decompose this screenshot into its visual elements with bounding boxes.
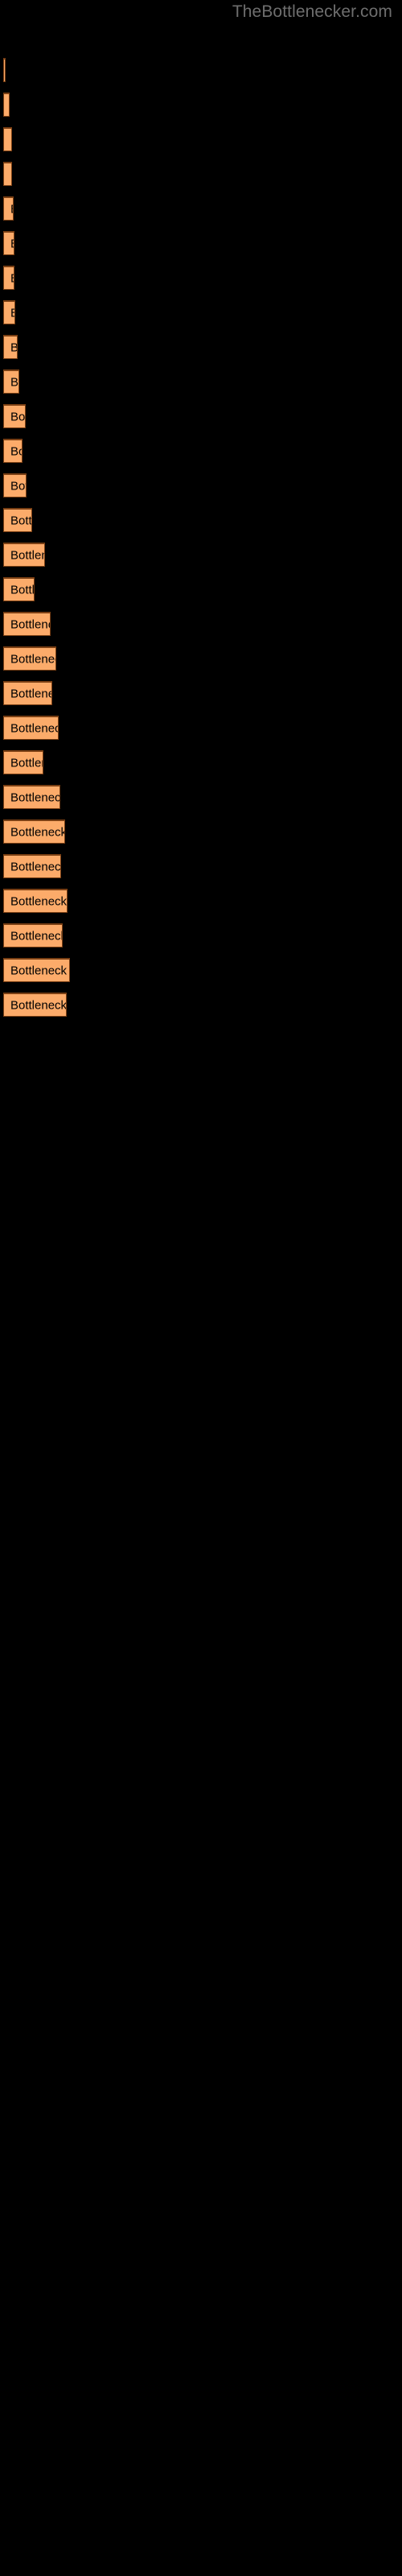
bar[interactable]: Bottleneck result xyxy=(3,577,35,601)
bar-label: Bottleneck result xyxy=(10,167,11,181)
bar[interactable]: Bottleneck result xyxy=(3,889,68,913)
bar-row: Bottleneck result xyxy=(0,93,402,117)
bar-row: Bottleneck result xyxy=(0,58,402,82)
bar-label: Bottleneck result xyxy=(10,964,69,977)
bar-label: Bottleneck result xyxy=(10,617,50,631)
bar[interactable]: Bottleneck result xyxy=(3,162,12,186)
bar[interactable]: Bottleneck result xyxy=(3,404,26,428)
bar-row: Bottleneck result xyxy=(0,854,402,878)
bar-row: Bottleneck result xyxy=(0,993,402,1017)
bar-label: Bottleneck result xyxy=(10,929,63,943)
bar-label: Bottleneck result xyxy=(10,375,19,389)
bar-row: Bottleneck result xyxy=(0,439,402,463)
bar[interactable]: Bottleneck result xyxy=(3,612,51,636)
bar-row: Bottleneck result xyxy=(0,889,402,913)
bar-row: Bottleneck result xyxy=(0,162,402,186)
bar-label: Bottleneck result xyxy=(10,998,67,1012)
bar[interactable]: Bottleneck result xyxy=(3,231,14,255)
bar-label: Bottleneck result xyxy=(10,237,14,250)
bar-row: Bottleneck result xyxy=(0,923,402,947)
bar-row: Bottleneck result xyxy=(0,646,402,671)
bar-label: Bottleneck result xyxy=(10,583,35,597)
bar-row: Bottleneck result xyxy=(0,335,402,359)
bar[interactable]: Bottleneck result xyxy=(3,369,19,394)
bar-row: Bottleneck result xyxy=(0,612,402,636)
bar-chart-root: TheBottlenecker.com Bottleneck resultBot… xyxy=(0,0,402,2576)
bar[interactable]: Bottleneck result xyxy=(3,266,14,290)
bar-label: Bottleneck result xyxy=(10,341,17,354)
bar-row: Bottleneck result xyxy=(0,819,402,844)
bar-label: Bottleneck result xyxy=(10,548,44,562)
bar[interactable]: Bottleneck result xyxy=(3,93,10,117)
bar-label: Bottleneck result xyxy=(10,652,55,666)
bar-label: Bottleneck result xyxy=(10,479,26,493)
bar-row: Bottleneck result xyxy=(0,196,402,221)
bar[interactable]: Bottleneck result xyxy=(3,646,56,671)
bar[interactable]: Bottleneck result xyxy=(3,785,60,809)
bar[interactable]: Bottleneck result xyxy=(3,854,61,878)
bar-row: Bottleneck result xyxy=(0,681,402,705)
bar[interactable]: Bottleneck result xyxy=(3,439,23,463)
bar-row: Bottleneck result xyxy=(0,958,402,982)
bar[interactable]: Bottleneck result xyxy=(3,196,14,221)
bar-label: Bottleneck result xyxy=(10,791,60,804)
bar[interactable]: Bottleneck result xyxy=(3,473,27,497)
bar-label: Bottleneck result xyxy=(10,444,22,458)
bar-row: Bottleneck result xyxy=(0,266,402,290)
bar-row: Bottleneck result xyxy=(0,300,402,324)
bar-row: Bottleneck result xyxy=(0,543,402,567)
bar[interactable]: Bottleneck result xyxy=(3,127,12,151)
bar[interactable]: Bottleneck result xyxy=(3,543,45,567)
bar-row: Bottleneck result xyxy=(0,508,402,532)
bar[interactable]: Bottleneck result xyxy=(3,819,65,844)
bar[interactable]: Bottleneck result xyxy=(3,508,32,532)
bar[interactable]: Bottleneck result xyxy=(3,958,70,982)
bar[interactable]: Bottleneck result xyxy=(3,923,63,947)
bar-label: Bottleneck result xyxy=(10,271,14,285)
bar[interactable]: Bottleneck result xyxy=(3,681,52,705)
bar-label: Bottleneck result xyxy=(10,410,26,423)
bar-label: Bottleneck result xyxy=(10,306,14,320)
bar-row: Bottleneck result xyxy=(0,716,402,740)
bar-row: Bottleneck result xyxy=(0,231,402,255)
plot-area: Bottleneck result Bottleneck result Bottle… xyxy=(0,0,402,2576)
bar-row: Bottleneck result xyxy=(0,473,402,497)
bar-label: Bottleneck result xyxy=(10,721,58,735)
bar-label: Bottleneck result xyxy=(10,825,65,839)
bar[interactable]: Bottleneck result xyxy=(3,58,6,82)
bar-row: Bottleneck result xyxy=(0,404,402,428)
bar-label: Bottleneck result xyxy=(10,514,32,527)
bar-label: Bottleneck result xyxy=(10,133,11,147)
bar-label: Bottleneck result xyxy=(10,894,68,908)
bar-label: Bottleneck result xyxy=(10,756,43,770)
bar-row: Bottleneck result xyxy=(0,785,402,809)
bar-label: Bottleneck result xyxy=(10,860,61,873)
bar-row: Bottleneck result xyxy=(0,127,402,151)
bar-label: Bottleneck result xyxy=(10,202,13,216)
bar-label: Bottleneck result xyxy=(10,687,51,700)
bar-row: Bottleneck result xyxy=(0,577,402,601)
bar[interactable]: Bottleneck result xyxy=(3,993,67,1017)
bar[interactable]: Bottleneck result xyxy=(3,300,15,324)
bar[interactable]: Bottleneck result xyxy=(3,750,43,774)
bar[interactable]: Bottleneck result xyxy=(3,335,18,359)
bar[interactable]: Bottleneck result xyxy=(3,716,59,740)
bar-row: Bottleneck result xyxy=(0,750,402,774)
bar-row: Bottleneck result xyxy=(0,369,402,394)
